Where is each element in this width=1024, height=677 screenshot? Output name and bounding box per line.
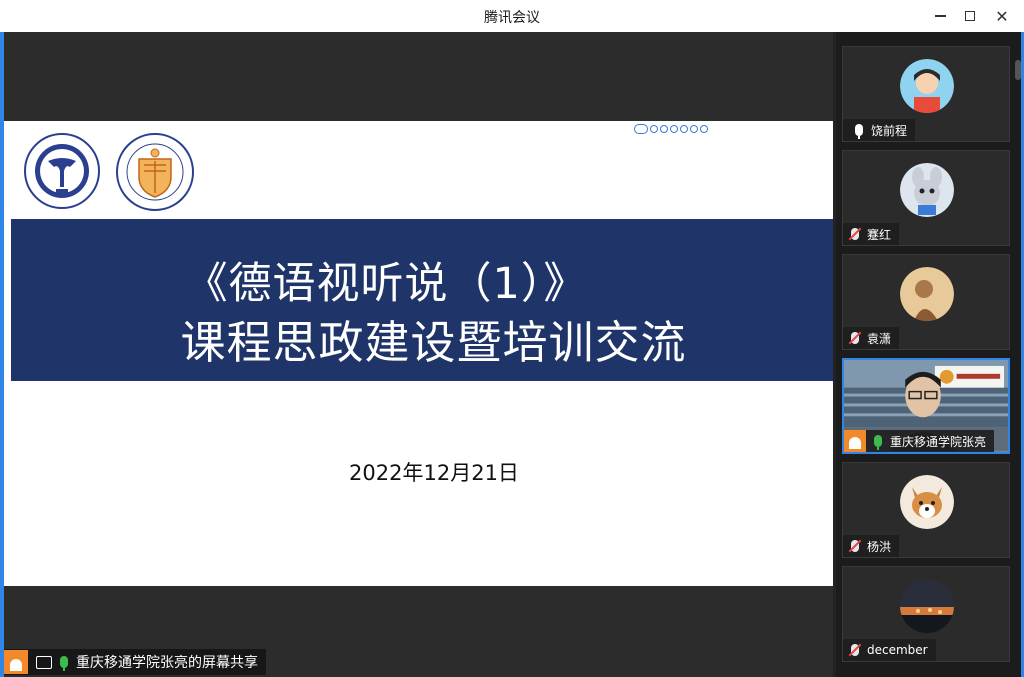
microphone-muted-icon xyxy=(851,228,859,240)
ime-chinese-icon xyxy=(650,125,658,133)
screen-share-view[interactable]: 《德语视听说（1）》 课程思政建设暨培训交流 2022年12月21日 xyxy=(4,32,833,677)
participant-name: 饶前程 xyxy=(871,123,908,138)
close-icon: ✕ xyxy=(995,6,1009,26)
participant-avatar xyxy=(900,475,954,529)
participant-avatar xyxy=(900,579,954,633)
participant-nameplate: 蹇红 xyxy=(843,223,900,245)
presenter-avatar-icon xyxy=(4,650,28,674)
participant-name: 杨洪 xyxy=(867,539,892,554)
institute-seal-icon xyxy=(116,133,194,211)
ime-moon-icon xyxy=(660,125,668,133)
participant-tile[interactable]: december xyxy=(842,566,1010,662)
presentation-slide: 《德语视听说（1）》 课程思政建设暨培训交流 2022年12月21日 xyxy=(4,121,833,586)
participant-avatar xyxy=(900,59,954,113)
participant-nameplate: december xyxy=(843,639,936,661)
participant-tile[interactable]: 杨洪 xyxy=(842,462,1010,558)
participant-name: 蹇红 xyxy=(867,227,892,242)
ime-settings-icon xyxy=(700,125,708,133)
university-logo-icon xyxy=(24,133,100,209)
participant-avatar-icon xyxy=(844,430,866,452)
participant-tile[interactable]: 袁潇 xyxy=(842,254,1010,350)
microphone-muted-icon xyxy=(851,540,859,552)
input-method-toolbar[interactable] xyxy=(634,123,712,135)
minimize-button[interactable] xyxy=(928,4,952,28)
microphone-on-icon xyxy=(855,124,863,139)
microphone-muted-icon xyxy=(851,644,859,656)
maximize-button[interactable] xyxy=(958,4,982,28)
participant-name: 重庆移通学院张亮 xyxy=(890,434,987,449)
microphone-muted-icon xyxy=(851,332,859,344)
participant-name: december xyxy=(867,643,928,657)
slide-date: 2022年12月21日 xyxy=(349,461,519,485)
maximize-icon xyxy=(965,11,975,21)
screen-share-icon xyxy=(36,655,52,669)
minimize-icon xyxy=(934,15,946,17)
active-speaker-video-tile[interactable]: 重庆移通学院张亮 xyxy=(842,358,1010,454)
participant-avatar xyxy=(900,267,954,321)
ime-keyboard-icon xyxy=(690,125,698,133)
title-bar: 腾讯会议 ✕ xyxy=(0,0,1024,32)
microphone-on-icon xyxy=(60,656,68,671)
slide-title-banner: 《德语视听说（1）》 课程思政建设暨培训交流 xyxy=(11,219,833,381)
participant-avatar xyxy=(900,163,954,217)
ime-punctuation-icon xyxy=(670,125,678,133)
participant-name: 袁潇 xyxy=(867,331,892,346)
slide-title-line1: 《德语视听说（1）》 xyxy=(184,259,588,309)
participant-nameplate: 饶前程 xyxy=(843,119,916,141)
participant-nameplate: 袁潇 xyxy=(843,327,900,349)
window-title: 腾讯会议 xyxy=(484,10,540,26)
screen-share-label: 重庆移通学院张亮的屏幕共享 xyxy=(4,649,266,675)
participant-nameplate: 杨洪 xyxy=(843,535,900,557)
close-button[interactable]: ✕ xyxy=(990,4,1014,28)
ime-logo-icon xyxy=(634,124,648,134)
participant-tile[interactable]: 饶前程 xyxy=(842,46,1010,142)
ime-mic-icon xyxy=(680,125,688,133)
microphone-speaking-icon xyxy=(874,435,882,450)
participant-nameplate: 重庆移通学院张亮 xyxy=(844,430,995,452)
participant-list-scrollbar[interactable] xyxy=(1015,60,1021,80)
participant-tile[interactable]: 蹇红 xyxy=(842,150,1010,246)
share-owner-label: 重庆移通学院张亮的屏幕共享 xyxy=(76,655,258,671)
participant-list[interactable]: 饶前程 蹇红 袁潇 重庆移通学院张亮 杨洪 december xyxy=(836,32,1021,677)
slide-title-line2: 课程思政建设暨培训交流 xyxy=(180,316,687,369)
